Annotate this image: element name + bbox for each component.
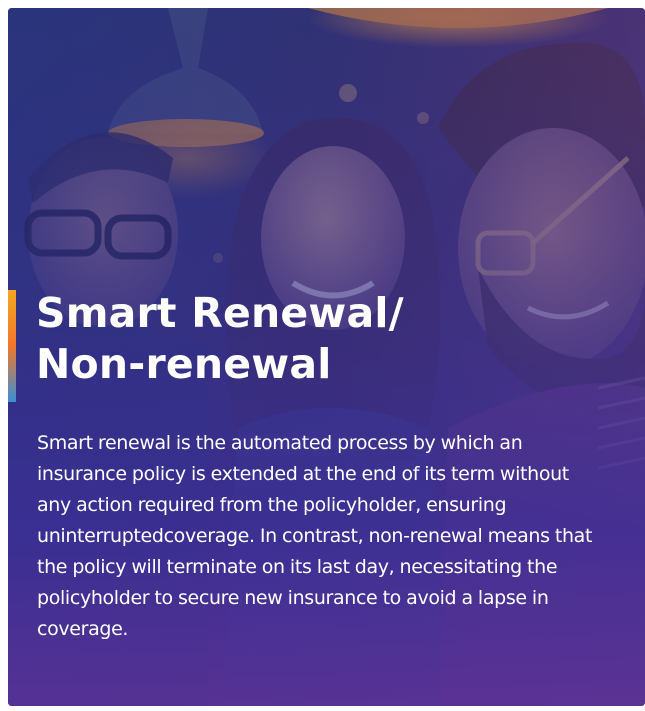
card-title-line-1: Smart Renewal/ [36, 289, 404, 337]
card-title-line-2: Non-renewal [36, 340, 332, 388]
accent-bar [8, 290, 16, 402]
smart-renewal-card: Smart Renewal/ Non-renewal Smart renewal… [8, 8, 645, 706]
card-description: Smart renewal is the automated process b… [37, 432, 593, 640]
card-title: Smart Renewal/ Non-renewal [36, 288, 596, 390]
